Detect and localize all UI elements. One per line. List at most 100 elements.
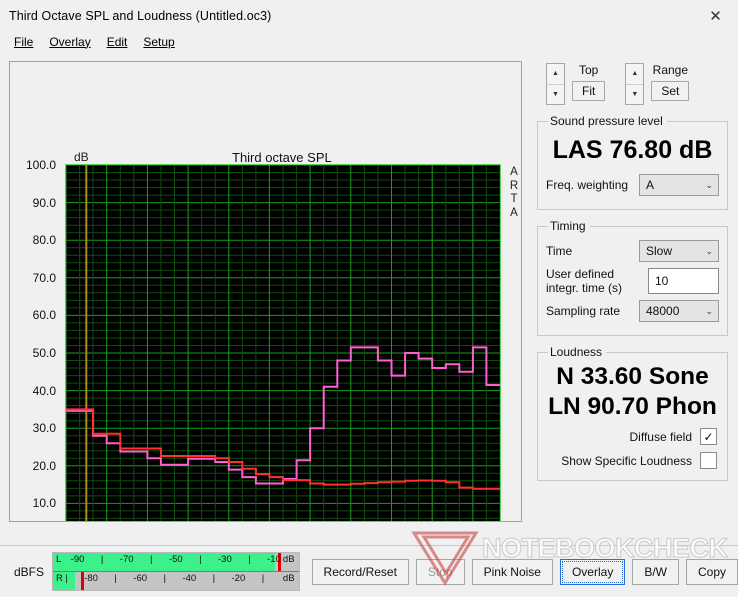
timing-group: Timing Time Slow ⌄ User defined integr. … [537,219,728,336]
pink-noise-button[interactable]: Pink Noise [471,558,553,585]
arta-letter: T [510,193,518,205]
top-spinner-down-icon[interactable]: ▼ [547,84,564,104]
range-spinner-up-icon[interactable]: ▲ [626,64,644,85]
sampling-rate-select[interactable]: 48000 ⌄ [639,300,719,322]
top-spinner[interactable]: ▲ ▼ [546,63,565,105]
menu-item-setup[interactable]: Setup [135,33,182,52]
top-spinner-up-icon[interactable]: ▲ [547,64,564,85]
meter-tick-label: -40 [182,573,197,584]
plot-area[interactable] [65,164,501,521]
graph-pane: dB Third octave SPL 0.010.020.030.040.05… [0,53,530,545]
meter-tick-label: -20 [231,573,246,584]
meter-tick-label: -10 [267,554,281,565]
meter-row-right: R dB | -80 | -60 | -40 | -20 | [53,572,299,590]
top-fit-button[interactable]: Fit [572,81,606,101]
meter-unit-left-label: dB [282,554,295,565]
chevron-down-icon: ⌄ [705,179,713,190]
menu-item-overlay-label: Overlay [49,34,91,49]
freq-weighting-row: Freq. weighting A ⌄ [546,174,719,196]
dbfs-level-meter: L dB -90 | -70 | -50 | -30 | -10 R dB | -80 | -60 | -… [52,552,300,591]
meter-channel-left-label: L [56,554,62,565]
spl-group-label: Sound pressure level [550,114,663,128]
time-select[interactable]: Slow ⌄ [639,240,719,262]
sound-pressure-level-group: Sound pressure level LAS 76.80 dB Freq. … [537,114,728,210]
graph-panel[interactable]: dB Third octave SPL 0.010.020.030.040.05… [9,61,522,522]
range-spinner[interactable]: ▲ ▼ [625,63,645,105]
sampling-rate-label: Sampling rate [546,304,621,318]
y-axis-tick-label: 20.0 [32,458,56,473]
meter-tick-label: | [149,554,153,565]
integr-time-label: User defined integr. time (s) [546,267,623,295]
show-specific-loudness-checkbox[interactable] [700,452,717,469]
integr-time-value: 10 [655,274,669,288]
y-axis-tick-label: 50.0 [32,346,56,360]
bw-button[interactable]: B/W [632,558,679,585]
arta-watermark-label: ARTA [507,166,521,220]
y-axis-tick-label: 90.0 [32,195,56,210]
diffuse-field-row[interactable]: Diffuse field ✓ [546,428,717,445]
top-labels: Top Fit [572,63,606,101]
meter-tick-label: -50 [168,554,183,565]
y-axis-unit-label: dB [74,150,89,164]
top-label: Top [578,63,599,77]
overlay-button[interactable]: Overlay [559,558,626,585]
copy-button[interactable]: Copy [685,558,738,585]
dbfs-label: dBFS [14,564,45,579]
show-specific-loudness-label: Show Specific Loudness [561,453,692,468]
meter-tick-label: -30 [218,554,232,565]
freq-weighting-label: Freq. weighting [546,178,629,192]
menu-item-edit[interactable]: Edit [99,33,136,52]
meter-tick-label: | [114,573,117,584]
meter-tick-label: | [248,554,251,565]
loudness-phon-value: LN 90.70 Phon [548,393,717,420]
arta-letter: A [510,206,518,219]
range-control-group: ▲ ▼ Range Set [625,63,690,105]
close-icon[interactable]: ✕ [693,0,738,31]
menu-item-overlay[interactable]: Overlay [41,33,98,52]
freq-weighting-value: A [646,178,655,192]
record-reset-button[interactable]: Record/Reset [311,558,409,585]
menu-item-file-label: File [14,34,34,49]
diffuse-field-checkbox[interactable]: ✓ [700,428,717,445]
diffuse-field-label: Diffuse field [629,429,692,444]
arta-letter: A [510,166,518,178]
spl-plot [66,165,500,521]
timing-group-label: Timing [550,219,586,233]
range-spinner-down-icon[interactable]: ▼ [626,84,644,104]
sampling-rate-value: 48000 [646,304,680,318]
time-label: Time [546,244,573,258]
meter-tick-label: -80 [84,573,98,584]
freq-weighting-select[interactable]: A ⌄ [639,174,719,196]
y-axis-tick-label: 10.0 [32,496,56,511]
show-specific-loudness-row[interactable]: Show Specific Loudness [546,452,717,469]
meter-channel-right-label: R [56,573,63,584]
y-axis-tick-label: 80.0 [32,233,56,248]
integr-time-input[interactable]: 10 [648,268,719,294]
chevron-down-icon: ⌄ [705,245,713,256]
main-content: dB Third octave SPL 0.010.020.030.040.05… [0,53,738,545]
range-set-button[interactable]: Set [651,81,690,101]
meter-tick-label: -60 [133,573,148,584]
window-title: Third Octave SPL and Loudness (Untitled.… [9,8,272,23]
scale-controls: ▲ ▼ Top Fit ▲ ▼ Range Set [535,59,730,105]
meter-tick-label: | [261,573,265,584]
app-window: Third Octave SPL and Loudness (Untitled.… [0,0,738,597]
meter-tick-label: -70 [119,554,134,565]
arta-letter: R [509,179,519,192]
menu-bar: File Overlay Edit Setup [0,31,738,53]
meter-tick-label: -90 [70,554,85,565]
integr-time-row: User defined integr. time (s) 10 [546,267,719,295]
meter-fill-left [53,553,276,571]
loudness-group-label: Loudness [550,345,603,359]
chart-title: Third octave SPL [232,150,332,165]
sampling-rate-row: Sampling rate 48000 ⌄ [546,300,719,322]
loudness-group: Loudness N 33.60 Sone LN 90.70 Phon Diff… [537,345,728,481]
meter-tick-label: | [163,573,166,584]
menu-item-file[interactable]: File [6,33,41,52]
title-bar: Third Octave SPL and Loudness (Untitled.… [0,0,738,31]
bottom-bar: dBFS L dB -90 | -70 | -50 | -30 | -10 R dB | -80 |… [0,545,738,597]
meter-row-left: L dB -90 | -70 | -50 | -30 | -10 [53,553,299,572]
loudness-sone-value: N 33.60 Sone [556,363,709,390]
time-value: Slow [646,244,673,258]
stop-button[interactable]: Stop [415,558,465,585]
